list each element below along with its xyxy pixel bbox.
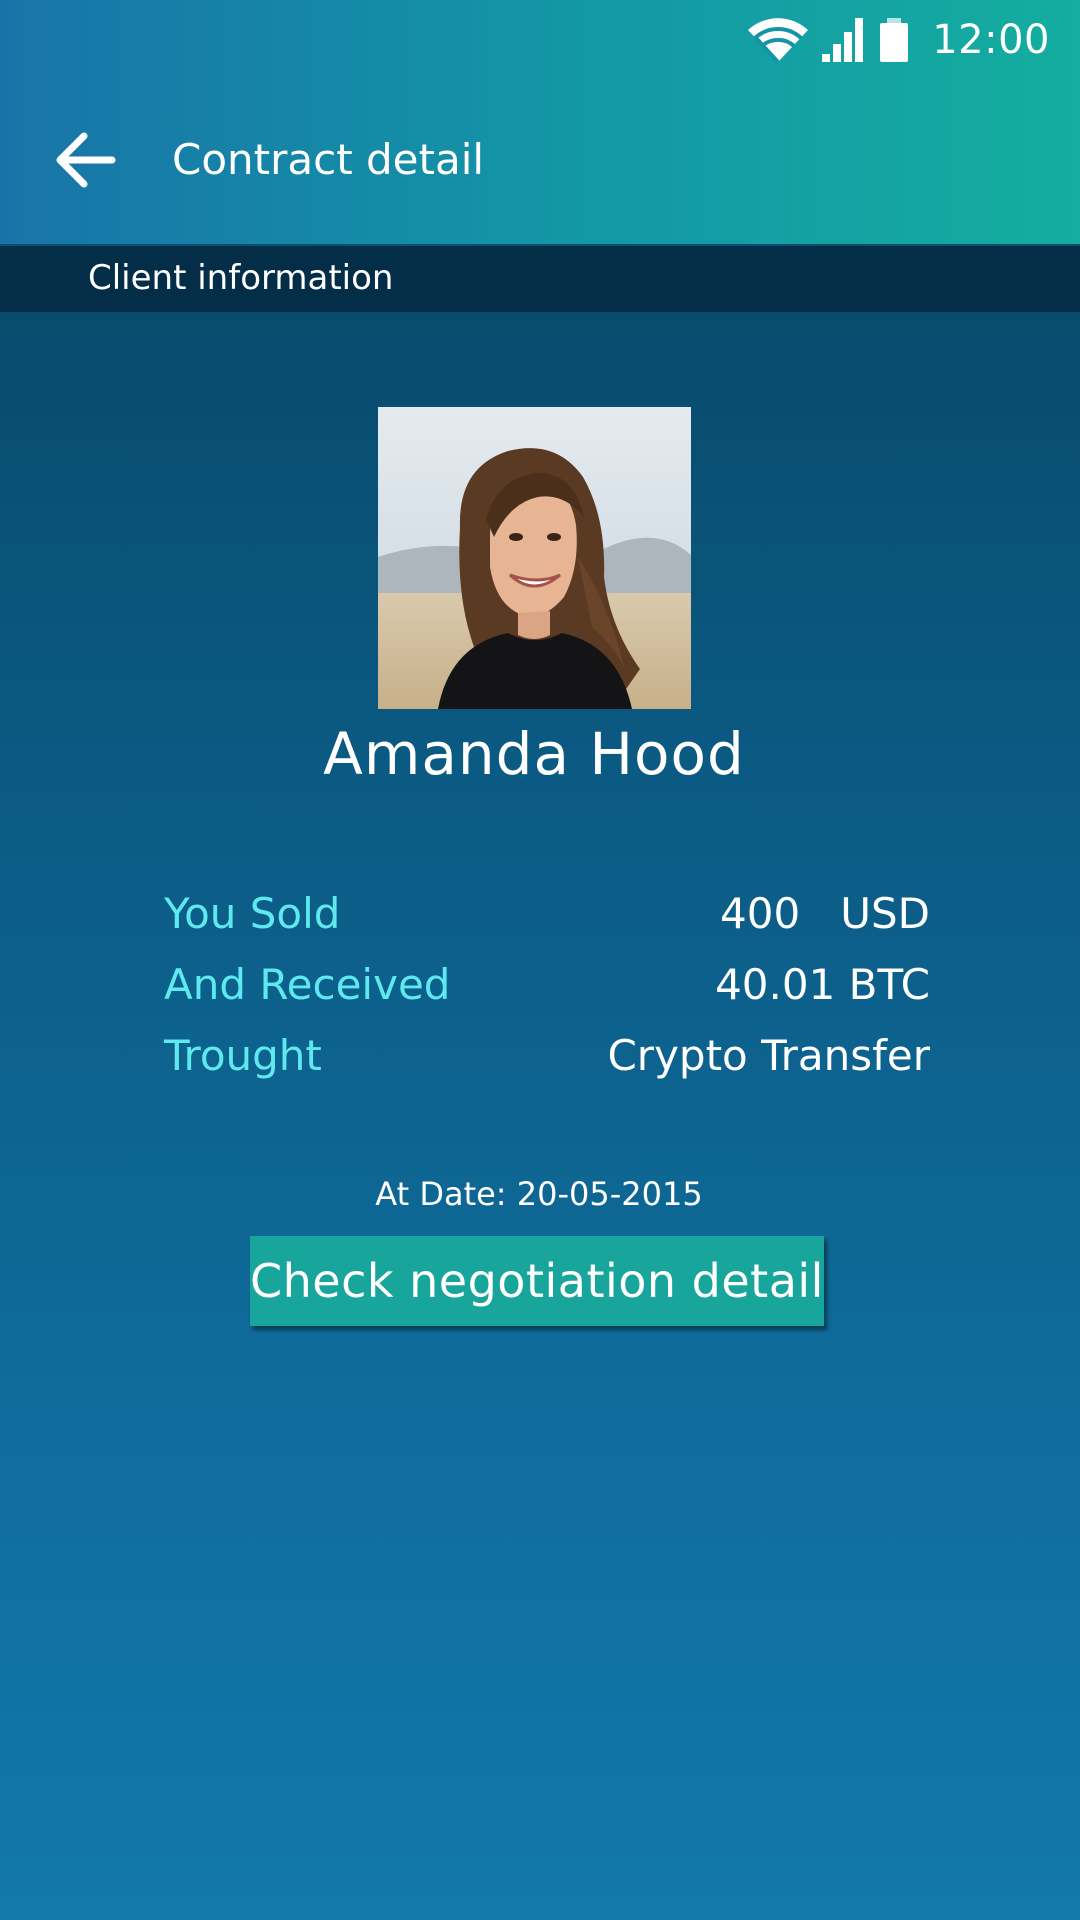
arrow-left-icon	[56, 132, 116, 192]
section-title: Client information	[88, 258, 394, 298]
detail-label: You Sold	[164, 889, 341, 938]
status-time: 12:00	[932, 17, 1050, 63]
status-bar: 12:00	[746, 14, 1050, 66]
wifi-icon	[746, 16, 810, 64]
detail-row-method: Trought Crypto Transfer	[164, 1026, 930, 1097]
check-negotiation-button[interactable]: Check negotiation detail	[250, 1236, 824, 1326]
detail-value: Crypto Transfer	[607, 1031, 930, 1080]
client-name: Amanda Hood	[323, 720, 745, 788]
detail-value: 400 USD	[720, 889, 930, 938]
detail-row-received: And Received 40.01 BTC	[164, 955, 930, 1026]
back-button[interactable]	[54, 130, 118, 194]
transaction-details: You Sold 400 USD And Received 40.01 BTC …	[164, 884, 930, 1097]
client-photo	[378, 407, 691, 709]
app-header: 12:00 Contract detail	[0, 0, 1080, 244]
page-title: Contract detail	[172, 135, 485, 184]
detail-label: And Received	[164, 960, 451, 1009]
contract-date: At Date: 20-05-2015	[375, 1175, 703, 1213]
detail-value: 40.01 BTC	[715, 960, 930, 1009]
detail-label: Trought	[164, 1031, 322, 1080]
signal-icon	[820, 16, 868, 64]
battery-icon	[878, 16, 910, 64]
detail-row-sold: You Sold 400 USD	[164, 884, 930, 955]
section-header: Client information	[0, 244, 1080, 312]
